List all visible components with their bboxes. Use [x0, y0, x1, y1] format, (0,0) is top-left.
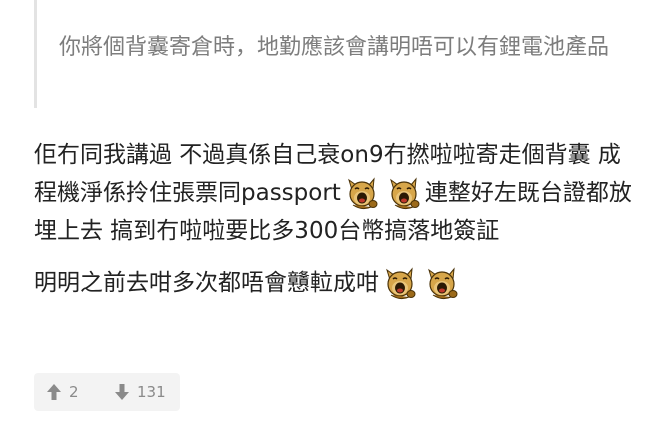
upvote-count: 2 [69, 383, 79, 401]
upvote-button[interactable]: 2 [34, 373, 106, 411]
vote-bar: 2 131 [34, 373, 180, 411]
arrow-up-icon [47, 384, 61, 400]
reply-content: 佢冇同我講過 不過真係自己衰on9冇撚啦啦寄走個背囊 成程機淨係拎住張票同pas… [34, 136, 634, 316]
arrow-down-icon [115, 384, 129, 400]
downvote-count: 131 [137, 383, 166, 401]
laughing-dog-emoji [343, 176, 381, 212]
downvote-button[interactable]: 131 [106, 373, 166, 411]
laughing-dog-emoji [381, 266, 419, 302]
laughing-dog-emoji [423, 266, 461, 302]
reply-paragraph-1: 佢冇同我講過 不過真係自己衰on9冇撚啦啦寄走個背囊 成程機淨係拎住張票同pas… [34, 136, 634, 250]
quote-text: 你將個背囊寄倉時，地勤應該會講明唔可以有鋰電池產品 [59, 35, 610, 60]
reply-paragraph-2: 明明之前去咁多次都唔會戇𨋢成咁 [34, 264, 634, 302]
reply-text-2: 明明之前去咁多次都唔會戇𨋢成咁 [34, 270, 379, 296]
laughing-dog-emoji [385, 176, 423, 212]
quote-block: 你將個背囊寄倉時，地勤應該會講明唔可以有鋰電池產品 [34, 0, 637, 108]
